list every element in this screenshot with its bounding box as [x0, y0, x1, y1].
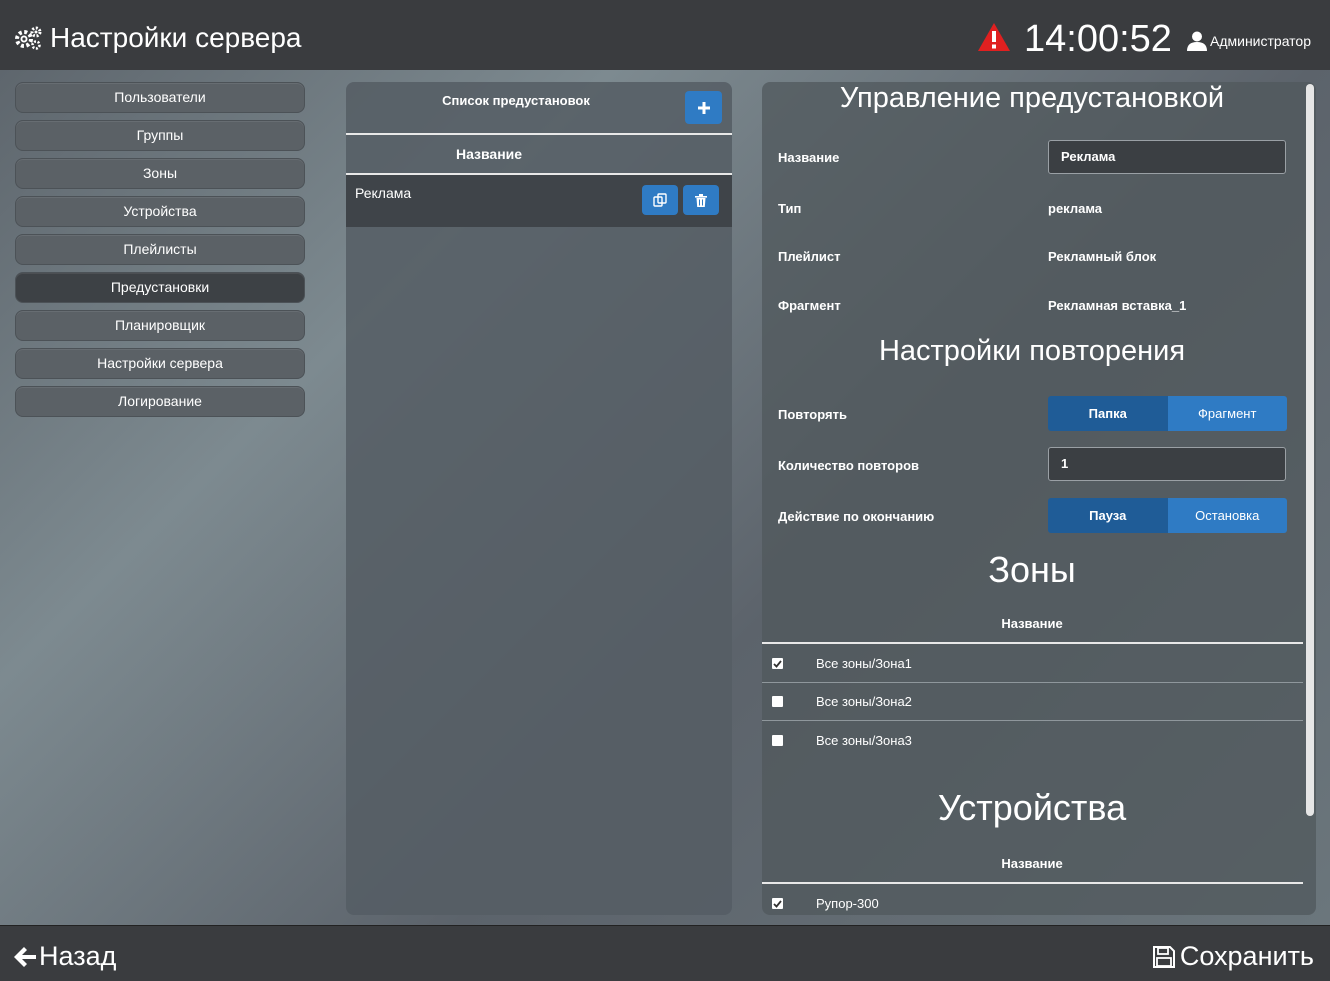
check-icon [773, 659, 782, 668]
back-label: Назад [39, 941, 117, 971]
trash-icon [695, 193, 707, 207]
repeat-label: Повторять [778, 407, 847, 422]
delete-preset-button[interactable] [683, 185, 719, 215]
divider [762, 882, 1303, 884]
playlist-value: Рекламный блок [1048, 249, 1157, 264]
preset-editor-panel: Управление предустановкой Название Рекла… [762, 82, 1316, 915]
name-label: Название [778, 150, 840, 165]
app-title-text: Настройки сервера [50, 22, 302, 53]
sidebar-item-logging[interactable]: Логирование [15, 386, 305, 417]
repeat-count-label: Количество повторов [778, 458, 920, 473]
end-action-option-stop[interactable]: Остановка [1167, 498, 1287, 533]
user-name: Администратор [1210, 33, 1312, 49]
sidebar-item-zones[interactable]: Зоны [15, 158, 305, 189]
floppy-disk-icon [1152, 945, 1175, 968]
plus-icon [697, 101, 710, 114]
sidebar-item-server-settings[interactable]: Настройки сервера [15, 348, 305, 379]
preset-editor-title: Управление предустановкой [839, 82, 1225, 114]
copy-preset-button[interactable] [642, 185, 678, 215]
back-button[interactable]: Назад [14, 941, 116, 972]
zones-section-title: Зоны [988, 549, 1076, 590]
table-row[interactable]: Реклама [346, 175, 732, 227]
fragment-label: Фрагмент [778, 298, 841, 313]
zone-name: Все зоны/Зона3 [816, 733, 912, 748]
end-action-toggle[interactable]: Пауза Остановка [1048, 498, 1287, 533]
playlist-label: Плейлист [778, 249, 841, 264]
save-button[interactable]: Сохранить [1152, 941, 1314, 972]
zones-column-header: Название [1001, 616, 1063, 631]
device-row[interactable]: Рупор-300 [762, 885, 1303, 915]
repeat-settings-title: Настройки повторения [878, 335, 1186, 367]
zone-checkbox[interactable] [772, 696, 783, 707]
sidebar-item-presets[interactable]: Предустановки [15, 272, 305, 303]
devices-column-header: Название [1001, 856, 1063, 871]
zone-row[interactable]: Все зоны/Зона2 [762, 683, 1303, 721]
presets-list-header: Список предустановок [346, 82, 732, 135]
repeat-option-fragment[interactable]: Фрагмент [1167, 396, 1287, 431]
sidebar: Пользователи Группы Зоны Устройства Плей… [15, 82, 305, 424]
zone-row[interactable]: Все зоны/Зона1 [762, 645, 1303, 683]
zone-name: Все зоны/Зона2 [816, 694, 912, 709]
copy-icon [653, 193, 667, 207]
clock: 14:00:52 [1024, 18, 1172, 60]
sidebar-item-users[interactable]: Пользователи [15, 82, 305, 113]
bottom-bar: Назад Сохранить [0, 925, 1330, 981]
user-icon [1187, 31, 1207, 51]
check-icon [773, 899, 782, 908]
device-checkbox[interactable] [772, 898, 783, 909]
preset-name-field[interactable]: Реклама [1048, 140, 1286, 174]
devices-section-title: Устройства [937, 787, 1127, 828]
divider [762, 720, 1303, 721]
sidebar-item-scheduler[interactable]: Планировщик [15, 310, 305, 341]
type-value: реклама [1048, 201, 1102, 216]
add-preset-button[interactable] [685, 91, 722, 124]
top-bar: Настройки сервера 14:00:52 Администратор [0, 0, 1330, 71]
presets-column-header: Название [346, 135, 732, 175]
preset-name: Реклама [355, 185, 412, 201]
zone-row[interactable]: Все зоны/Зона3 [762, 722, 1303, 760]
app-title: Настройки сервера [14, 22, 302, 54]
sidebar-item-playlists[interactable]: Плейлисты [15, 234, 305, 265]
repeat-count-field[interactable]: 1 [1048, 447, 1286, 481]
save-label: Сохранить [1179, 941, 1314, 971]
sidebar-item-groups[interactable]: Группы [15, 120, 305, 151]
user-menu[interactable]: Администратор [1186, 30, 1311, 52]
device-name: Рупор-300 [816, 896, 879, 911]
repeat-toggle[interactable]: Папка Фрагмент [1048, 396, 1287, 431]
end-action-label: Действие по окончанию [778, 509, 935, 524]
alert-icon[interactable] [977, 22, 1011, 52]
scrollbar[interactable] [1306, 84, 1314, 816]
divider [762, 642, 1303, 644]
end-action-option-pause[interactable]: Пауза [1048, 498, 1168, 533]
zone-checkbox[interactable] [772, 658, 783, 669]
gears-icon [15, 26, 42, 50]
type-label: Тип [778, 201, 802, 216]
fragment-value: Рекламная вставка_1 [1048, 298, 1187, 313]
arrow-left-icon [14, 946, 36, 967]
zone-checkbox[interactable] [772, 735, 783, 746]
presets-list-title: Список предустановок [442, 93, 590, 108]
presets-list-panel: Список предустановок Название Реклама [346, 82, 732, 915]
sidebar-item-devices[interactable]: Устройства [15, 196, 305, 227]
zone-name: Все зоны/Зона1 [816, 656, 912, 671]
repeat-option-folder[interactable]: Папка [1048, 396, 1168, 431]
